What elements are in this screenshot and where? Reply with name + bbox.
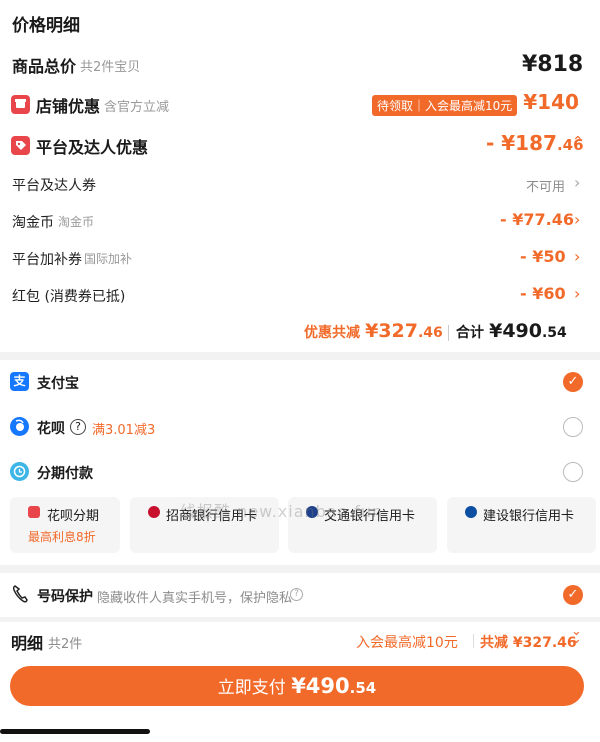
chevron-right-icon[interactable]: ›: [574, 247, 580, 266]
huabei-label[interactable]: 花呗: [37, 418, 65, 438]
pay-now-button[interactable]: 立即支付 ¥490.54: [10, 666, 584, 706]
installment-label[interactable]: 分期付款: [37, 463, 93, 483]
row-platform-coupon-value: 不可用: [526, 180, 566, 195]
bank-option-ccb[interactable]: 建设银行信用卡: [447, 497, 596, 553]
help-icon[interactable]: ?: [70, 419, 86, 435]
platform-discount-value: - ¥187.46: [486, 131, 584, 155]
footer-promo: 入会最高减10元: [356, 635, 458, 651]
huabei-promo: 满3.01减3: [92, 423, 156, 438]
shop-discount-label: 店铺优惠: [36, 97, 101, 116]
alipay-radio[interactable]: ✓: [563, 372, 583, 392]
page-title: 价格明细: [12, 16, 80, 36]
privacy-card: 号码保护 隐藏收件人真实手机号，保护隐私 ? ✓: [0, 573, 600, 617]
installment-radio[interactable]: [563, 462, 583, 482]
privacy-radio[interactable]: ✓: [563, 585, 583, 605]
discount-dec: .46: [417, 325, 443, 341]
chevron-right-icon[interactable]: ›: [574, 173, 580, 192]
footer-divider: [473, 634, 474, 648]
row-coin-value: - ¥77.46: [500, 210, 574, 229]
detail-label[interactable]: 明细: [11, 630, 43, 654]
chevron-right-icon[interactable]: ›: [574, 210, 580, 229]
huabei-fenqi-icon: [28, 506, 40, 518]
pay-dec: .54: [349, 679, 377, 697]
row-redpacket-label: 红包 (消费券已抵): [12, 289, 126, 305]
privacy-desc: 隐藏收件人真实手机号，保护隐私: [97, 591, 293, 606]
huabei-icon: [10, 417, 29, 436]
total-value: ¥818: [522, 52, 584, 77]
sum-int: ¥490: [489, 320, 542, 342]
tag-icon: [11, 136, 30, 155]
shop-discount-sub: 含官方立减: [104, 100, 170, 115]
footer-total-reduce[interactable]: 共减 ¥327.46: [480, 632, 577, 652]
privacy-label: 号码保护: [37, 589, 93, 605]
summary-divider: [448, 325, 449, 341]
row-subsidy-value: - ¥50: [520, 247, 566, 266]
shop-icon: [11, 95, 30, 114]
home-indicator: [0, 729, 150, 734]
row-redpacket-value: - ¥60: [520, 284, 566, 303]
phone-icon: [11, 584, 29, 608]
discount-label: 优惠共减: [304, 325, 360, 341]
alipay-icon: 支: [10, 372, 29, 391]
alipay-label[interactable]: 支付宝: [37, 373, 79, 393]
bank-option-huabei[interactable]: 花呗分期 最高利息8折: [10, 497, 120, 553]
pay-int: ¥490: [291, 674, 350, 698]
chevron-double-down-icon[interactable]: ⌄ ⌄: [571, 625, 582, 646]
shop-discount-value: - ¥140: [508, 90, 579, 114]
total-label: 商品总价: [12, 57, 77, 76]
discount-summary: 优惠共减 ¥327.46: [304, 320, 443, 342]
row-coin-label: 淘金币: [12, 215, 54, 231]
shop-coupon-tag[interactable]: 待领取｜入会最高减10元: [372, 95, 518, 116]
row-coin-sub: 淘金币: [58, 215, 95, 229]
cmb-logo-icon: [148, 506, 160, 518]
sum-label: 合计: [456, 325, 484, 341]
platform-value-int: - ¥187: [486, 131, 557, 155]
sum-summary: 合计 ¥490.54: [456, 320, 567, 342]
chevron-right-icon[interactable]: ›: [573, 94, 579, 113]
row-platform-coupon-label: 平台及达人券: [12, 178, 96, 194]
discount-int: ¥327: [365, 320, 418, 342]
bank-sub: 最高利息8折: [28, 530, 96, 544]
platform-discount-label: 平台及达人优惠: [36, 138, 149, 157]
total-count: 共2件宝贝: [80, 60, 141, 75]
chevron-up-icon[interactable]: ⌃: [572, 134, 584, 150]
detail-count: 共2件: [48, 637, 83, 652]
installment-icon: [10, 462, 29, 481]
info-icon[interactable]: ?: [290, 588, 303, 601]
sum-dec: .54: [541, 325, 567, 341]
bank-name: 花呗分期: [47, 509, 100, 524]
chevron-right-icon[interactable]: ›: [574, 284, 580, 303]
bank-name: 建设银行信用卡: [483, 509, 575, 524]
row-subsidy-sub: 国际加补: [84, 252, 133, 266]
ccb-logo-icon: [465, 506, 477, 518]
price-detail-card: 价格明细 商品总价 共2件宝贝 ¥818 店铺优惠 含官方立减 待领取｜入会最高…: [0, 0, 600, 352]
huabei-radio[interactable]: [563, 417, 583, 437]
pay-label: 立即支付: [217, 678, 286, 698]
row-subsidy-label: 平台加补券: [12, 252, 82, 268]
watermark: 线报酷 new.xianbao.fun: [180, 502, 384, 521]
